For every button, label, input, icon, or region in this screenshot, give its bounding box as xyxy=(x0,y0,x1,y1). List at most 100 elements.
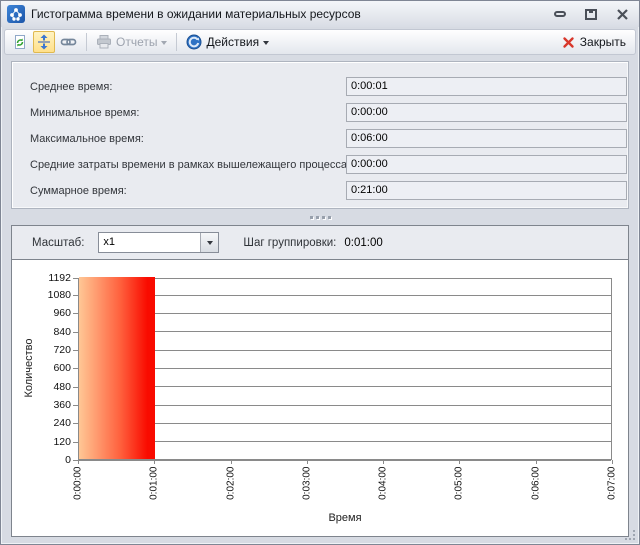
reports-dropdown-arrow-icon xyxy=(161,41,167,45)
y-grid-line xyxy=(79,295,611,296)
maximum-time-field[interactable]: 0:06:00 xyxy=(346,129,627,148)
actions-label: Действия xyxy=(206,35,259,49)
y-tick-label: 1192 xyxy=(29,272,71,284)
minimum-time-field[interactable]: 0:00:00 xyxy=(346,103,627,122)
scale-controls-row: Масштаб: x1 Шаг группировки: 0:01:00 xyxy=(12,226,628,260)
y-tick-label: 840 xyxy=(29,326,71,338)
y-grid-line xyxy=(79,313,611,314)
y-tick-mark xyxy=(73,350,78,351)
y-tick-mark xyxy=(73,423,78,424)
maximize-button[interactable] xyxy=(582,6,600,22)
x-tick-mark xyxy=(154,460,155,464)
actions-dropdown-arrow-icon xyxy=(263,41,269,45)
x-axis-label: Время xyxy=(78,512,612,524)
parent-process-time-field[interactable]: 0:00:00 xyxy=(346,155,627,174)
close-label: Закрыть xyxy=(580,35,626,49)
histogram-panel: Масштаб: x1 Шаг группировки: 0:01:00 012… xyxy=(11,225,629,537)
x-tick-mark xyxy=(231,460,232,464)
y-grid-line xyxy=(79,331,611,332)
stat-row-parent-process: Средние затраты времени в рамках вышележ… xyxy=(12,153,628,179)
stats-panel: Среднее время: 0:00:01 Минимальное время… xyxy=(11,61,629,209)
window-title: Гистограмма времени в ожидании материаль… xyxy=(31,7,361,21)
grouping-step-label: Шаг группировки: xyxy=(243,237,336,249)
red-x-icon xyxy=(562,36,575,49)
x-tick-label: 0:07:00 xyxy=(607,467,618,511)
x-tick-label: 0:01:00 xyxy=(149,467,160,511)
stat-label: Суммарное время: xyxy=(30,185,127,197)
y-grid-line xyxy=(79,368,611,369)
y-grid-line xyxy=(79,423,611,424)
y-tick-label: 960 xyxy=(29,307,71,319)
y-tick-mark xyxy=(73,313,78,314)
title-bar: Гистограмма времени в ожидании материаль… xyxy=(1,1,639,27)
stat-row-minimum: Минимальное время: 0:00:00 xyxy=(12,101,628,127)
horizontal-splitter[interactable] xyxy=(1,209,639,225)
actions-circle-icon xyxy=(186,34,202,50)
reports-dropdown-button[interactable]: Отчеты xyxy=(93,31,170,53)
y-grid-line xyxy=(79,405,611,406)
reports-label: Отчеты xyxy=(116,35,157,49)
close-button[interactable]: Закрыть xyxy=(559,31,629,53)
plot-area xyxy=(78,278,612,460)
dialog-window: Гистограмма времени в ожидании материаль… xyxy=(0,0,640,545)
scale-label: Масштаб: xyxy=(32,237,84,249)
y-axis-label: Количество xyxy=(23,308,35,428)
chevron-down-icon xyxy=(207,241,213,245)
y-tick-mark xyxy=(73,387,78,388)
y-grid-line xyxy=(79,441,611,442)
x-tick-mark xyxy=(536,460,537,464)
toolbar-separator xyxy=(86,33,87,51)
close-window-button[interactable] xyxy=(613,6,631,22)
chain-link-icon xyxy=(60,34,77,50)
total-time-field[interactable]: 0:21:00 xyxy=(346,181,627,200)
stat-row-maximum: Максимальное время: 0:06:00 xyxy=(12,127,628,153)
y-tick-label: 480 xyxy=(29,381,71,393)
x-tick-label: 0:03:00 xyxy=(301,467,312,511)
x-tick-label: 0:00:00 xyxy=(73,467,84,511)
y-tick-label: 120 xyxy=(29,436,71,448)
stat-label: Минимальное время: xyxy=(30,107,139,119)
app-icon xyxy=(7,5,25,23)
y-tick-label: 720 xyxy=(29,344,71,356)
y-tick-label: 1080 xyxy=(29,289,71,301)
x-tick-mark xyxy=(459,460,460,464)
actions-dropdown-button[interactable]: Действия xyxy=(183,31,272,53)
histogram-bar xyxy=(79,277,155,459)
maximize-icon xyxy=(585,9,597,20)
stat-row-average: Среднее время: 0:00:01 xyxy=(12,75,628,101)
x-tick-mark xyxy=(307,460,308,464)
expand-collapse-splitter-icon xyxy=(36,34,52,50)
x-tick-mark xyxy=(383,460,384,464)
x-tick-label: 0:02:00 xyxy=(225,467,236,511)
close-icon xyxy=(616,9,629,20)
scale-combobox-value: x1 xyxy=(99,233,200,252)
average-time-field[interactable]: 0:00:01 xyxy=(346,77,627,96)
y-tick-mark xyxy=(73,442,78,443)
resize-grip[interactable] xyxy=(624,529,636,541)
y-tick-label: 600 xyxy=(29,362,71,374)
x-tick-mark xyxy=(78,460,79,464)
scale-combobox-button[interactable] xyxy=(200,233,218,252)
x-tick-label: 0:05:00 xyxy=(454,467,465,511)
link-button[interactable] xyxy=(57,31,80,53)
y-tick-label: 360 xyxy=(29,399,71,411)
toolbar: Отчеты Действия Закрыть xyxy=(4,29,636,55)
y-tick-mark xyxy=(73,405,78,406)
y-tick-mark xyxy=(73,278,78,279)
x-tick-mark xyxy=(612,460,613,464)
y-tick-label: 240 xyxy=(29,417,71,429)
y-grid-line xyxy=(79,350,611,351)
y-tick-mark xyxy=(73,368,78,369)
stat-label: Среднее время: xyxy=(30,81,112,93)
minimize-button[interactable] xyxy=(551,6,569,22)
minimize-icon xyxy=(554,11,566,17)
fit-splitter-toggle[interactable] xyxy=(33,31,55,53)
refresh-document-icon xyxy=(12,34,28,50)
refresh-button[interactable] xyxy=(9,31,31,53)
x-tick-label: 0:04:00 xyxy=(378,467,389,511)
stat-label: Максимальное время: xyxy=(30,133,144,145)
scale-combobox[interactable]: x1 xyxy=(98,232,219,253)
grouping-step-value: 0:01:00 xyxy=(344,237,382,249)
toolbar-separator xyxy=(176,33,177,51)
y-grid-line xyxy=(79,278,611,279)
